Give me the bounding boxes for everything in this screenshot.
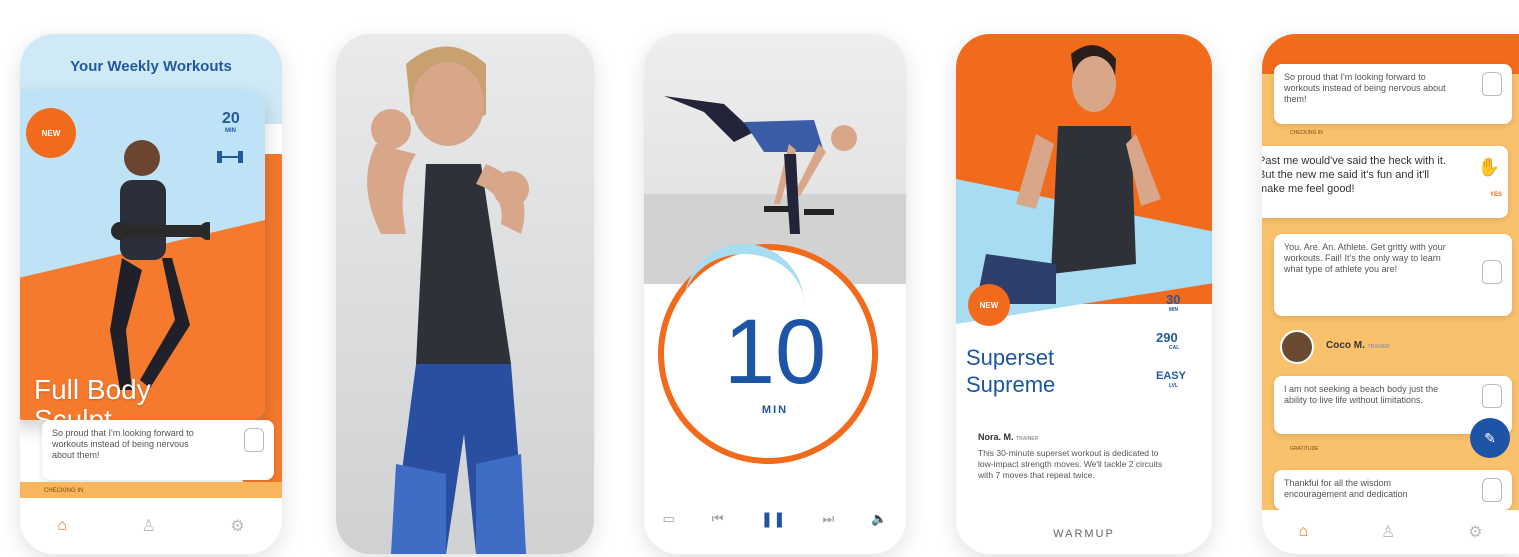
cast-icon[interactable]: ▭ (662, 511, 674, 527)
trainer-name: Nora. M. TRAINER (978, 432, 1038, 442)
high-five-icon[interactable] (1482, 72, 1502, 96)
workout-timer-screen: 10 MIN ▭ ⏮ ❚❚ ⏭ 🔈 (644, 34, 906, 554)
duration-unit: MIN (225, 128, 236, 134)
workout-detail-screen: NEW 30 MIN 290 CAL EASY LVL Superset Sup… (956, 34, 1212, 554)
comment-text: I am not seeking a beach body just the a… (1284, 384, 1439, 405)
page-title: Your Weekly Workouts (70, 58, 232, 75)
comment-text: Thankful for all the wisdom encouragemen… (1284, 478, 1408, 499)
next-icon[interactable]: ⏭ (823, 511, 835, 527)
trainer-photo (110, 140, 210, 390)
playback-controls: ▭ ⏮ ❚❚ ⏭ 🔈 (644, 510, 906, 528)
high-five-icon[interactable] (1482, 384, 1502, 408)
high-five-icon[interactable] (244, 428, 264, 452)
comment-card[interactable]: So proud that I'm looking forward to wor… (1274, 64, 1512, 124)
high-five-label: YES (1489, 192, 1502, 198)
high-five-icon[interactable] (1482, 478, 1502, 502)
home-icon[interactable]: ⌂ (57, 517, 67, 535)
comment-text: You. Are. An. Athlete. Get gritty with y… (1284, 242, 1446, 274)
calories-unit: CAL (1169, 345, 1180, 351)
home-icon[interactable]: ⌂ (1298, 523, 1308, 541)
comment-text: Past me would've said the heck with it. … (1262, 155, 1446, 195)
trainer-photo (367, 46, 529, 554)
high-five-icon[interactable]: ✋ (1478, 158, 1500, 176)
pause-icon[interactable]: ❚❚ (760, 510, 785, 528)
trainer-name-text: Nora. M. (978, 432, 1014, 442)
weekly-workouts-screen: Your Weekly Workouts NEW 20 MIN Full Bod… (20, 34, 282, 554)
duration-value: 20 (222, 110, 240, 127)
pencil-icon[interactable]: ✎ (1470, 418, 1510, 458)
trainer-photo-screen (336, 34, 594, 554)
volume-icon[interactable]: 🔈 (871, 511, 887, 527)
duration-value: 30 (1166, 292, 1181, 307)
new-badge: NEW (968, 284, 1010, 326)
bottom-nav: ⌂ ♙ ⚙ (20, 498, 282, 554)
highlighted-comment[interactable]: Past me would've said the heck with it. … (1262, 146, 1508, 218)
comment-text: So proud that I'm looking forward to wor… (52, 428, 194, 460)
comment-card[interactable]: Thankful for all the wisdom encouragemen… (1274, 470, 1512, 510)
coach-tag: TRAINER (1367, 344, 1390, 350)
profile-icon[interactable]: ♙ (1381, 522, 1395, 542)
high-five-icon[interactable] (1482, 260, 1502, 284)
timer-value: 10 (723, 301, 827, 403)
profile-icon[interactable]: ♙ (141, 516, 155, 536)
workout-description: This 30-minute superset workout is dedic… (978, 448, 1163, 480)
workout-name: Full Body Sculpt (34, 374, 151, 421)
comment-card[interactable]: You. Are. An. Athlete. Get gritty with y… (1274, 234, 1512, 316)
coach-name-text: Coco M. (1326, 340, 1365, 351)
difficulty-value: EASY (1156, 370, 1186, 382)
settings-icon[interactable]: ⚙ (230, 516, 244, 536)
previous-icon[interactable]: ⏮ (712, 511, 724, 527)
comment-meta: CHECKING IN (1290, 130, 1323, 136)
new-badge: NEW (26, 108, 76, 158)
warmup-label[interactable]: WARMUP (956, 528, 1212, 540)
comment-card[interactable]: So proud that I'm looking forward to wor… (42, 420, 274, 480)
trainer-photo (976, 45, 1161, 304)
timer-unit: MIN (761, 404, 789, 416)
coach-name: Coco M. TRAINER (1326, 340, 1390, 351)
comment-text: So proud that I'm looking forward to wor… (1284, 72, 1446, 104)
workout-card[interactable]: NEW 20 MIN Full Body Sculpt (20, 90, 265, 420)
workout-name-line1: Superset (966, 345, 1055, 370)
comment-meta: GRATITUDE (1290, 446, 1319, 452)
trainer-tag: TRAINER (1016, 436, 1039, 442)
difficulty-unit: LVL (1169, 383, 1179, 389)
duration-unit: MIN (1169, 307, 1179, 313)
workout-name-line2: Supreme (966, 372, 1056, 397)
community-feed-screen: So proud that I'm looking forward to wor… (1262, 34, 1519, 554)
bottom-nav: ⌂ ♙ ⚙ (1262, 510, 1519, 554)
settings-icon[interactable]: ⚙ (1468, 522, 1482, 542)
workout-name: Superset Supreme (966, 344, 1055, 398)
calories-value: 290 (1156, 330, 1178, 345)
avatar[interactable] (1280, 330, 1314, 364)
dumbbell-icon (217, 151, 243, 163)
